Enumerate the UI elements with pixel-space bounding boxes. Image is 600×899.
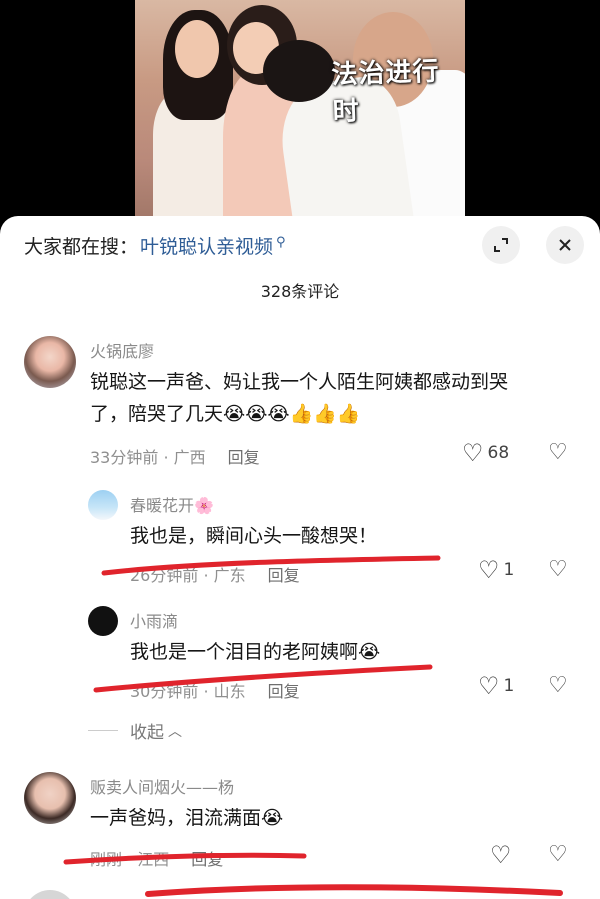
comment-username-text: 春暖花开 bbox=[130, 496, 195, 515]
video-person bbox=[175, 20, 219, 78]
avatar[interactable] bbox=[88, 606, 118, 636]
close-button[interactable] bbox=[546, 226, 584, 264]
like-button[interactable]: ♡ 1 bbox=[478, 674, 514, 698]
comment-meta: 26分钟前 · 广东 回复 bbox=[130, 562, 300, 586]
comment-text-line: 了，陪哭了几天😭😭😭👍👍👍 bbox=[90, 398, 508, 430]
comment-text-part: 我也是一个泪目的老阿姨啊 bbox=[130, 641, 359, 663]
comment-text: 我也是，瞬间心头一酸想哭！ bbox=[130, 525, 378, 547]
comment-text: 一声爸妈，泪流满面😭 bbox=[90, 802, 283, 834]
comment-time-location: 33分钟前 · 广西 bbox=[90, 448, 206, 467]
heart-icon: ♡ bbox=[478, 672, 500, 700]
comment-time-location: 26分钟前 · 广东 bbox=[130, 566, 246, 585]
comment-text: 我也是一个泪目的老阿姨啊😭 bbox=[130, 636, 380, 668]
collapse-label: 收起 bbox=[130, 723, 164, 743]
reply-button[interactable]: 回复 bbox=[191, 850, 223, 869]
video-player[interactable]: 法治进行时 bbox=[0, 0, 600, 230]
comment-text-part: 了，陪哭了几天 bbox=[90, 403, 224, 425]
heart-icon: ♡ bbox=[478, 556, 500, 584]
avatar[interactable] bbox=[88, 490, 118, 520]
search-suggestion-link[interactable]: 叶锐聪认亲视频 bbox=[140, 232, 273, 259]
annotation-underline bbox=[145, 884, 563, 897]
comment-time-location: 刚刚 · 江西 bbox=[90, 850, 170, 869]
chevron-up-icon: ︿ bbox=[168, 723, 182, 740]
avatar[interactable] bbox=[24, 890, 76, 899]
reply-button[interactable]: 回复 bbox=[268, 682, 300, 701]
comment-username[interactable]: 春暖花开🌸 bbox=[130, 492, 214, 516]
username-emoji: 🌸 bbox=[194, 496, 214, 515]
video-watermark: 法治进行时 bbox=[330, 56, 440, 128]
comment-meta: 33分钟前 · 广西 回复 bbox=[90, 444, 260, 468]
broken-heart-icon[interactable]: ♡ bbox=[548, 557, 568, 582]
like-count: 1 bbox=[503, 676, 515, 696]
like-button[interactable]: ♡ bbox=[490, 843, 516, 867]
heart-icon: ♡ bbox=[490, 841, 512, 869]
avatar[interactable] bbox=[24, 772, 76, 824]
expand-icon bbox=[494, 238, 508, 252]
comment-username[interactable]: 小雨滴 bbox=[130, 608, 178, 632]
comment-text-line: 锐聪这一声爸、妈让我一个人陌生阿姨都感动到哭 bbox=[90, 371, 509, 393]
search-suggestion[interactable]: 大家都在搜： 叶锐聪认亲视频 ⚲ bbox=[24, 232, 286, 259]
video-frame: 法治进行时 bbox=[135, 0, 465, 230]
comment-count: 328条评论 bbox=[260, 282, 340, 301]
avatar[interactable] bbox=[24, 336, 76, 388]
comment-text-part: 一声爸妈，泪流满面 bbox=[90, 807, 262, 829]
like-button[interactable]: ♡ 68 bbox=[462, 441, 509, 465]
comment-text: 锐聪这一声爸、妈让我一个人陌生阿姨都感动到哭 了，陪哭了几天😭😭😭👍👍👍 bbox=[90, 366, 508, 430]
expand-button[interactable] bbox=[482, 226, 520, 264]
broken-heart-icon[interactable]: ♡ bbox=[548, 842, 568, 867]
emoji-group: 😭😭😭👍👍👍 bbox=[223, 403, 361, 425]
reply-button[interactable]: 回复 bbox=[228, 448, 260, 467]
close-icon bbox=[559, 239, 571, 251]
collapse-replies-button[interactable]: 收起 ︿ bbox=[88, 718, 182, 743]
comment-meta: 30分钟前 · 山东 回复 bbox=[130, 678, 300, 702]
comment-sheet: 大家都在搜： 叶锐聪认亲视频 ⚲ 328条评论 火锅底廖 锐聪这一声爸、妈让我一… bbox=[0, 216, 600, 899]
emoji-group: 😭 bbox=[261, 807, 284, 829]
comment-username[interactable]: 贩卖人间烟火——杨 bbox=[90, 774, 234, 798]
broken-heart-icon[interactable]: ♡ bbox=[548, 440, 568, 465]
like-count: 1 bbox=[503, 560, 515, 580]
emoji-group: 😭 bbox=[358, 641, 381, 663]
search-icon: ⚲ bbox=[276, 235, 286, 250]
reply-button[interactable]: 回复 bbox=[268, 566, 300, 585]
divider bbox=[88, 730, 118, 731]
comment-meta: 刚刚 · 江西 回复 bbox=[90, 846, 223, 870]
like-count: 68 bbox=[487, 443, 510, 463]
like-button[interactable]: ♡ 1 bbox=[478, 558, 514, 582]
search-suggestion-prefix: 大家都在搜： bbox=[24, 236, 139, 258]
comment-time-location: 30分钟前 · 山东 bbox=[130, 682, 246, 701]
heart-icon: ♡ bbox=[462, 439, 484, 467]
broken-heart-icon[interactable]: ♡ bbox=[548, 673, 568, 698]
video-person bbox=[263, 40, 335, 102]
comment-username[interactable]: 火锅底廖 bbox=[90, 338, 154, 362]
